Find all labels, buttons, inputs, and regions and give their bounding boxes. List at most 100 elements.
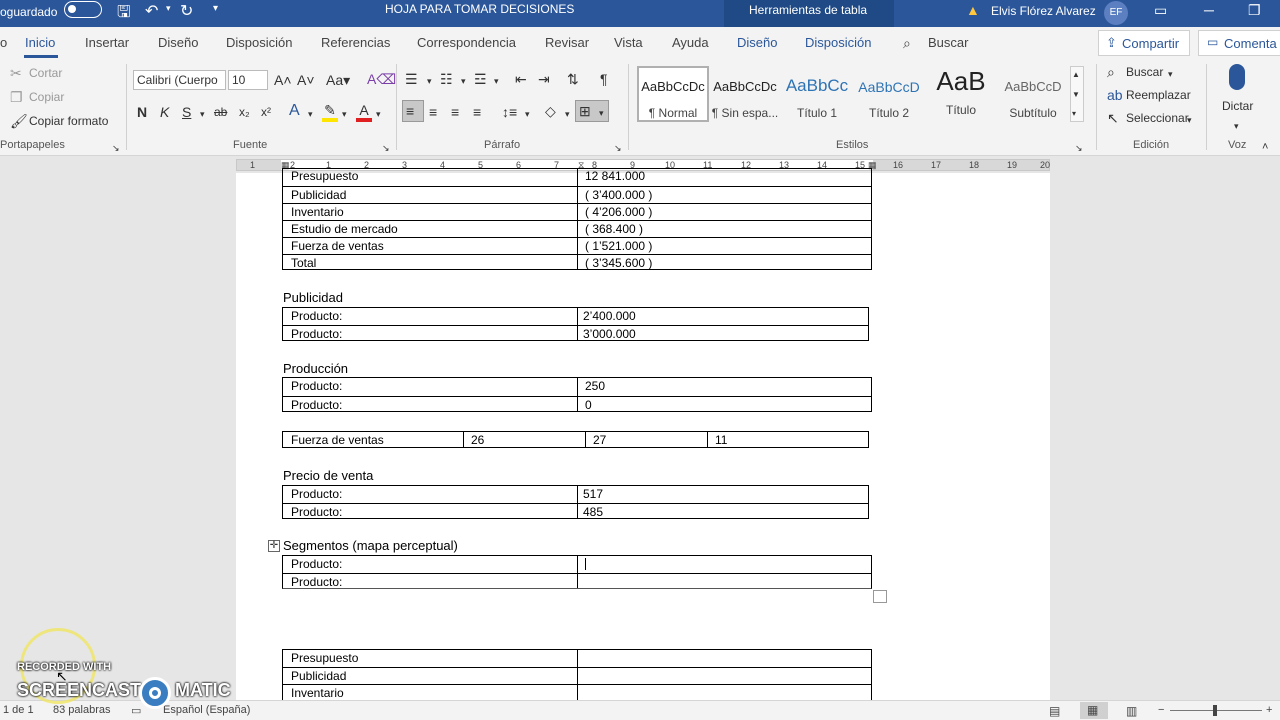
align-right-icon[interactable]: ≡: [451, 104, 459, 120]
bullets-dropdown-icon[interactable]: ▾: [427, 73, 432, 89]
share-button[interactable]: ⇪ Compartir: [1098, 30, 1190, 56]
ribbon-display-icon[interactable]: ▭: [1154, 2, 1167, 19]
italic-icon[interactable]: K: [160, 104, 169, 120]
format-painter-button[interactable]: Copiar formato: [29, 114, 108, 128]
superscript-icon[interactable]: x²: [261, 104, 271, 120]
numbering-icon[interactable]: ☷: [440, 71, 453, 87]
table-row[interactable]: Presupuesto: [283, 650, 871, 667]
decrease-indent-icon[interactable]: ⇤: [515, 71, 527, 87]
paragraph-launcher-icon[interactable]: ↘: [614, 140, 622, 156]
shading-dropdown-icon[interactable]: ▾: [565, 106, 570, 122]
tab-disposicion[interactable]: Disposición: [226, 35, 292, 50]
line-spacing-icon[interactable]: ↕≡: [502, 104, 517, 120]
warning-icon[interactable]: ▲: [966, 2, 980, 18]
tab-ayuda[interactable]: Ayuda: [672, 35, 709, 50]
font-name-dropdown[interactable]: Calibri (Cuerpo: [133, 70, 226, 90]
read-mode-icon[interactable]: ▤: [1049, 704, 1060, 718]
redo-icon[interactable]: ↻: [180, 1, 193, 21]
table-move-handle-icon[interactable]: ✛: [268, 540, 280, 552]
clipboard-launcher-icon[interactable]: ↘: [112, 140, 120, 156]
font-color-icon[interactable]: A: [356, 102, 372, 122]
web-layout-icon[interactable]: ▥: [1126, 704, 1137, 718]
strikethrough-icon[interactable]: ab: [214, 104, 227, 120]
document-page[interactable]: Presupuesto 12 841.000 Publicidad ( 3’400.…: [236, 168, 1050, 703]
styles-scroll[interactable]: ▲ ▼ ▾: [1070, 66, 1084, 122]
tab-insertar[interactable]: Insertar: [85, 35, 129, 50]
align-left-button[interactable]: ≡: [402, 100, 424, 122]
table-row[interactable]: Producto:: [283, 573, 871, 589]
precio-table[interactable]: Producto: 517 Producto: 485: [282, 485, 869, 519]
replace-button[interactable]: Reemplazar: [1126, 88, 1191, 102]
underline-icon[interactable]: S: [182, 104, 191, 120]
dictate-dropdown-icon[interactable]: ▾: [1234, 118, 1239, 134]
style-heading-1[interactable]: AaBbCc Título 1: [782, 66, 852, 120]
style-no-spacing[interactable]: AaBbCcDc ¶ Sin espa...: [710, 66, 780, 120]
grow-font-icon[interactable]: A˄: [274, 72, 292, 88]
scroll-up-icon[interactable]: ▲: [1072, 67, 1080, 83]
undo-icon[interactable]: ↶: [145, 1, 158, 21]
undo-dropdown-icon[interactable]: ▾: [166, 3, 171, 14]
underline-dropdown-icon[interactable]: ▾: [200, 106, 205, 122]
table-row[interactable]: Estudio de mercado ( 368.400 ): [283, 220, 871, 237]
more-styles-icon[interactable]: ▾: [1072, 106, 1076, 122]
minimize-icon[interactable]: ─: [1204, 2, 1214, 18]
table-row[interactable]: Inventario ( 4’206.000 ): [283, 203, 871, 220]
sort-icon[interactable]: ⇅: [567, 71, 579, 87]
tab-diseno[interactable]: Diseño: [158, 35, 198, 50]
comments-button[interactable]: ▭ Comenta: [1198, 30, 1280, 56]
tab-correspondencia[interactable]: Correspondencia: [417, 35, 516, 50]
cut-button[interactable]: Cortar: [29, 66, 62, 80]
style-title[interactable]: AaB Título: [926, 66, 996, 120]
tab-vista[interactable]: Vista: [614, 35, 643, 50]
table-row[interactable]: Publicidad: [283, 667, 871, 684]
highlight-dropdown-icon[interactable]: ▾: [342, 106, 347, 122]
find-button[interactable]: Buscar: [1126, 65, 1163, 79]
word-count[interactable]: 83 palabras: [53, 704, 111, 716]
tab-revisar[interactable]: Revisar: [545, 35, 589, 50]
select-button[interactable]: Seleccionar: [1126, 111, 1189, 125]
tab-table-layout[interactable]: Disposición: [805, 35, 871, 50]
table-row[interactable]: Producto: 0: [283, 396, 871, 412]
restore-icon[interactable]: ❐: [1248, 2, 1261, 19]
user-name[interactable]: Elvis Flórez Alvarez: [991, 4, 1096, 18]
table-row[interactable]: Producto:: [283, 556, 871, 573]
collapse-ribbon-icon[interactable]: ˄: [1262, 139, 1268, 155]
zoom-slider-thumb[interactable]: [1213, 705, 1217, 716]
table-row[interactable]: Publicidad ( 3’400.000 ): [283, 186, 871, 203]
show-marks-icon[interactable]: ¶: [600, 71, 608, 87]
print-layout-button[interactable]: ▦: [1080, 702, 1108, 719]
find-dropdown-icon[interactable]: ▾: [1168, 66, 1173, 82]
style-heading-2[interactable]: AaBbCcD Título 2: [854, 66, 924, 120]
table-row[interactable]: Producto: 250: [283, 378, 871, 396]
font-size-dropdown[interactable]: 10: [228, 70, 268, 90]
table-row[interactable]: Total ( 3’345.600 ): [283, 254, 871, 270]
align-center-icon[interactable]: ≡: [429, 104, 437, 120]
text-effects-icon[interactable]: A: [289, 103, 300, 119]
shading-icon[interactable]: ◇: [545, 103, 556, 119]
borders-button[interactable]: ⊞ ▾: [575, 100, 609, 122]
tell-me-search[interactable]: Buscar: [928, 35, 968, 50]
justify-icon[interactable]: ≡: [473, 104, 481, 120]
segmentos-table[interactable]: Producto: Producto:: [282, 555, 872, 589]
table-row[interactable]: Producto: 2’400.000: [283, 308, 868, 325]
table-resize-handle[interactable]: [873, 590, 887, 603]
copy-button[interactable]: Copiar: [29, 90, 64, 104]
table-row[interactable]: Producto: 485: [283, 503, 868, 519]
font-color-dropdown-icon[interactable]: ▾: [376, 106, 381, 122]
table-row[interactable]: Fuerza de ventas ( 1’521.000 ): [283, 237, 871, 254]
scroll-down-icon[interactable]: ▼: [1072, 87, 1080, 103]
budget-table[interactable]: Presupuesto 12 841.000 Publicidad ( 3’400.…: [282, 168, 872, 270]
highlight-icon[interactable]: ✎: [322, 102, 338, 122]
multilevel-dropdown-icon[interactable]: ▾: [494, 73, 499, 89]
table-row[interactable]: Inventario: [283, 684, 871, 701]
language-indicator[interactable]: Español (España): [163, 704, 250, 716]
autosave-toggle[interactable]: [64, 1, 102, 18]
zoom-out-icon[interactable]: −: [1158, 704, 1164, 716]
numbering-dropdown-icon[interactable]: ▾: [461, 73, 466, 89]
budget-table-2[interactable]: Presupuesto Publicidad Inventario: [282, 649, 872, 703]
customize-qat-icon[interactable]: ▾: [213, 3, 218, 14]
proofing-icon[interactable]: ▭: [131, 704, 141, 717]
bullets-icon[interactable]: ☰: [405, 71, 418, 87]
user-avatar[interactable]: EF: [1104, 1, 1128, 25]
page-count[interactable]: 1 de 1: [3, 704, 34, 716]
